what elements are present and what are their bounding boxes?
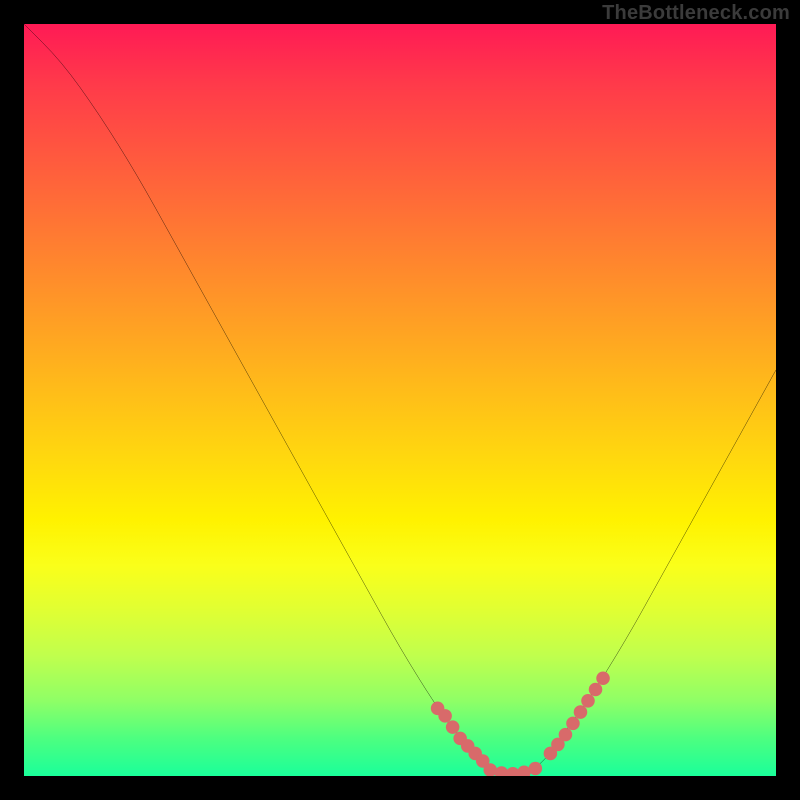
marker-dot	[574, 705, 588, 719]
curve-layer	[24, 24, 776, 776]
marker-cluster-right	[544, 671, 610, 760]
marker-dot	[596, 671, 610, 685]
marker-dot	[446, 720, 460, 734]
marker-dot	[589, 683, 603, 697]
marker-dot	[529, 762, 543, 776]
marker-dot	[559, 728, 573, 742]
chart-svg	[24, 24, 776, 776]
watermark-text: TheBottleneck.com	[602, 2, 790, 25]
marker-dot	[566, 717, 580, 731]
marker-dot	[438, 709, 452, 723]
marker-cluster-left	[431, 702, 490, 768]
plot-area	[24, 24, 776, 776]
marker-cluster-bottom	[483, 762, 542, 776]
chart-frame: TheBottleneck.com	[0, 0, 800, 800]
bottleneck-curve	[24, 24, 776, 776]
marker-dot	[581, 694, 595, 708]
